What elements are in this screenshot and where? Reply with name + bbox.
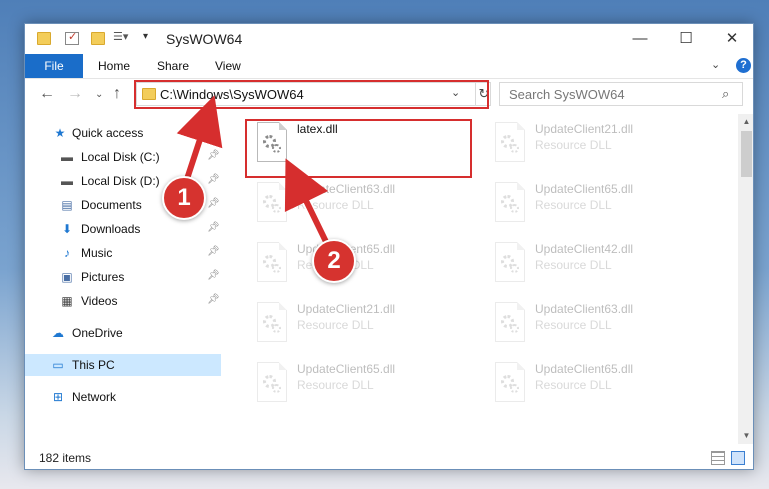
step-2-badge: 2	[312, 239, 356, 283]
annotation-arrows	[176, 95, 335, 255]
arrow-step-1	[176, 95, 223, 185]
step-1-badge: 1	[162, 176, 206, 220]
arrow-step-2	[284, 158, 333, 253]
